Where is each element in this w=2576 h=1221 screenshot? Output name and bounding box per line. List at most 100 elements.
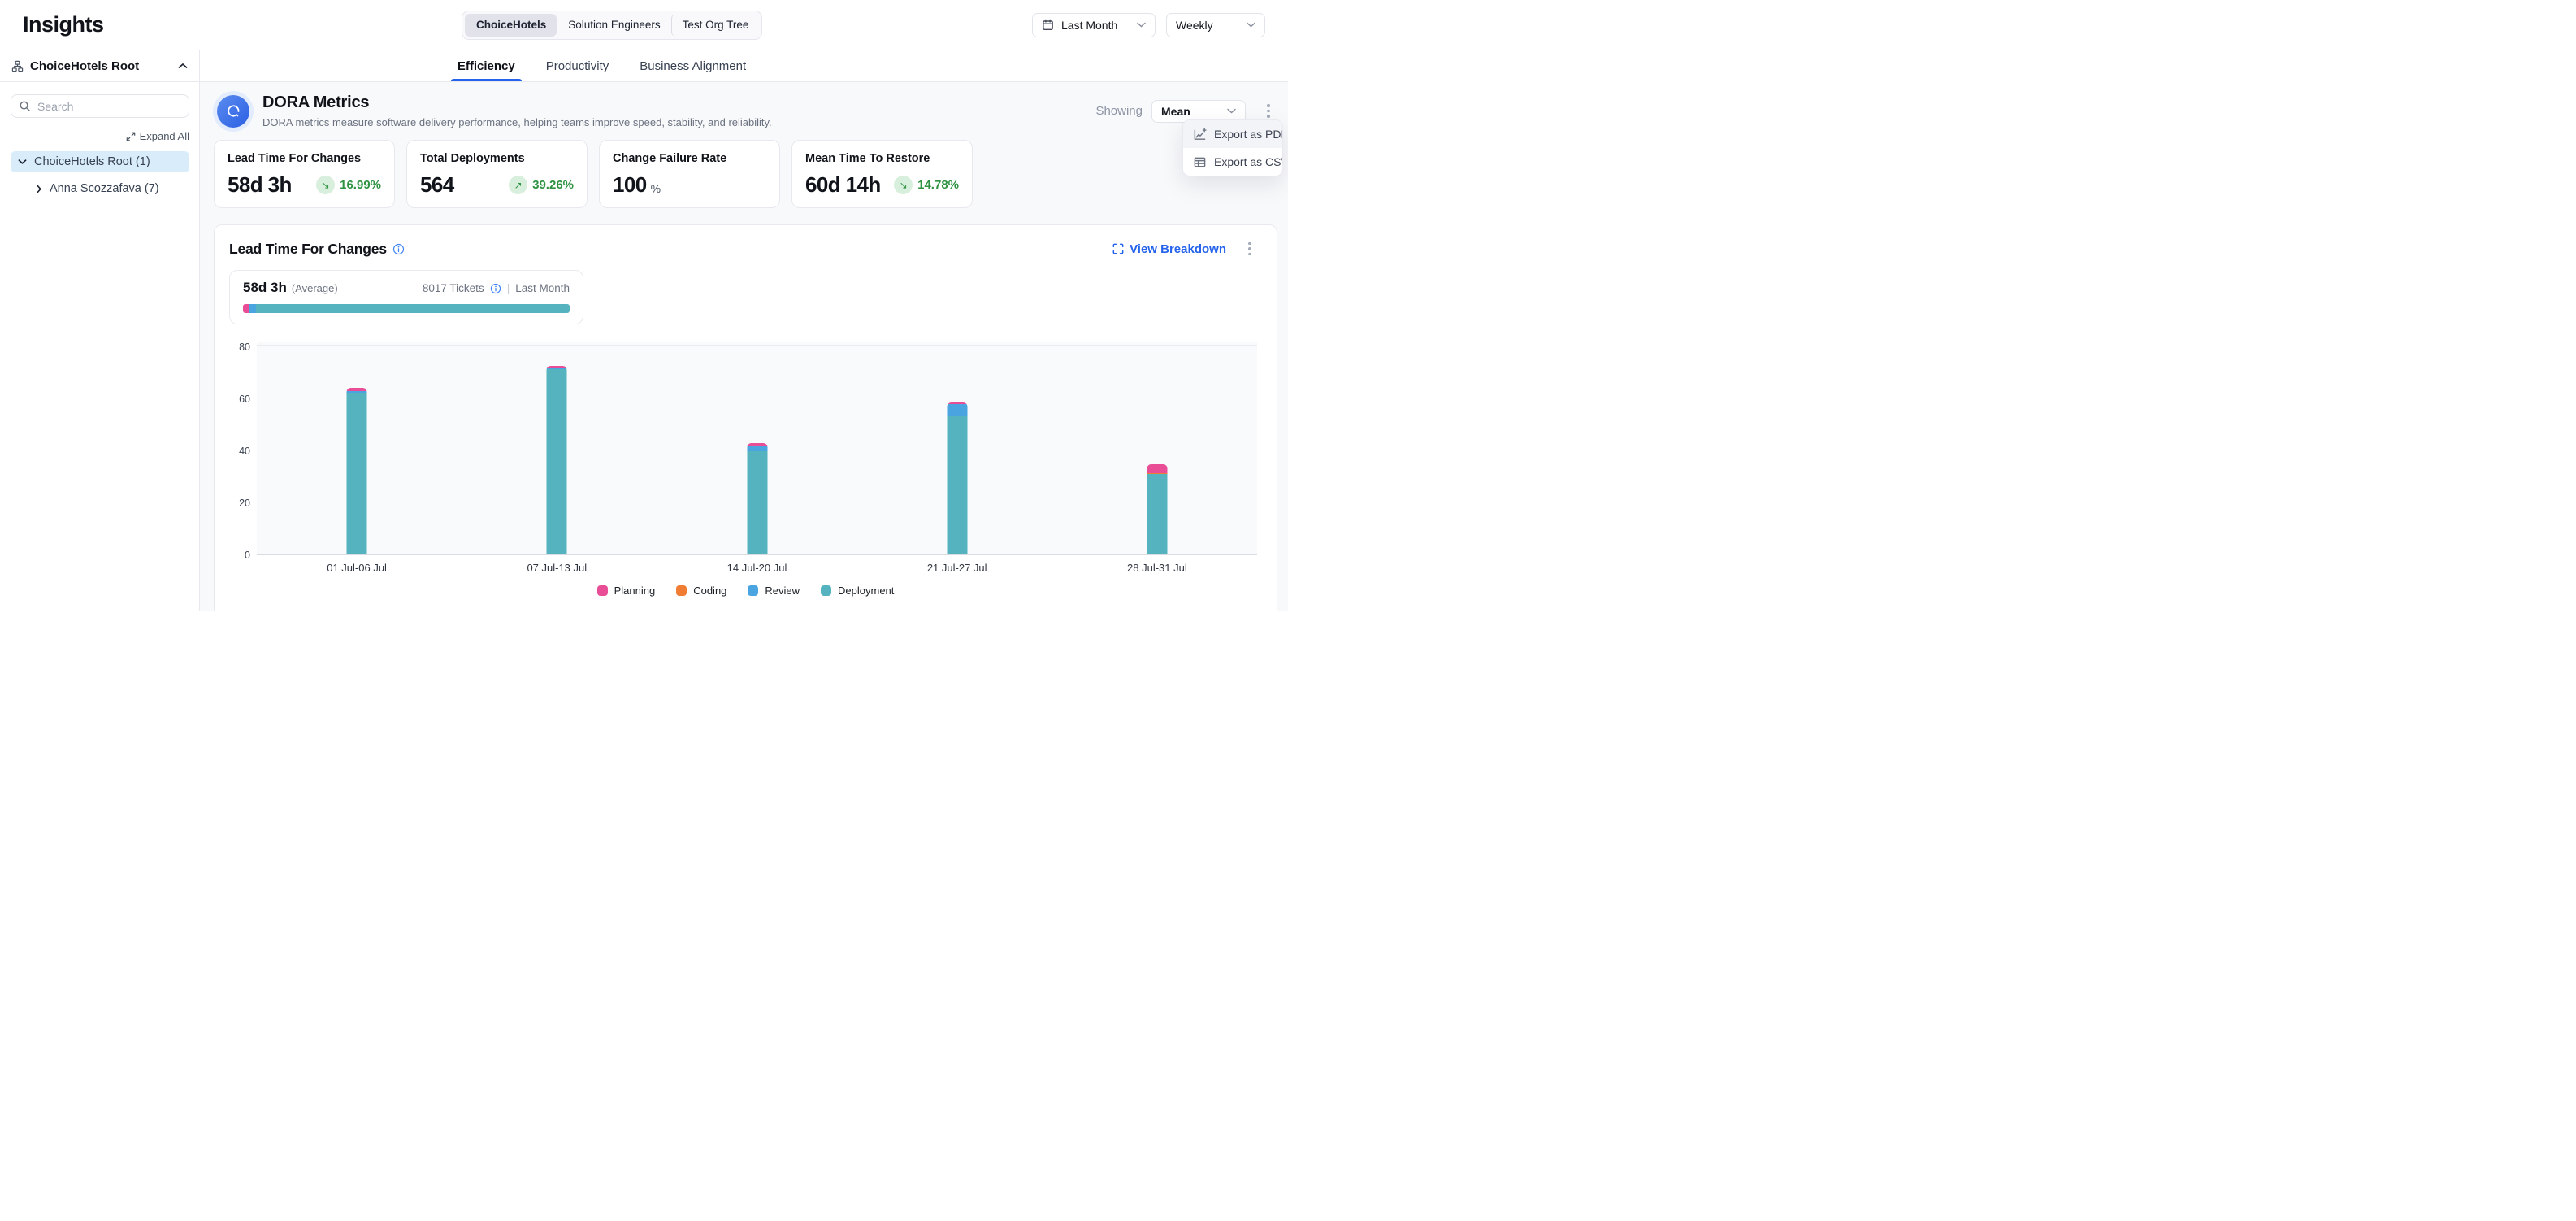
top-bar: Insights ChoiceHotelsSolution EngineersT… <box>0 0 1288 50</box>
search-icon <box>19 100 31 112</box>
menu-item-label: Export as CSV <box>1214 155 1283 168</box>
chevron-down-icon <box>1227 108 1236 114</box>
bar-14-jul-20-jul[interactable] <box>747 443 767 554</box>
chevron-down-icon <box>18 159 27 165</box>
y-axis-tick-label: 80 <box>215 341 250 353</box>
x-axis-tick-label: 28 Jul-31 Jul <box>1127 562 1187 574</box>
bar-segment-deployment <box>747 451 767 554</box>
org-tab-solution-engineers[interactable]: Solution Engineers <box>557 14 670 37</box>
tab-business-alignment[interactable]: Business Alignment <box>640 50 746 81</box>
legend-item-review[interactable]: Review <box>748 584 800 597</box>
bar-segment-deployment <box>547 369 567 554</box>
y-axis-tick-label: 40 <box>215 445 250 457</box>
x-axis-tick-label: 07 Jul-13 Jul <box>527 562 587 574</box>
expand-all-label: Expand All <box>140 130 189 142</box>
progress-segment-review <box>249 304 256 313</box>
summary-qualifier: (Average) <box>292 282 338 294</box>
sidebar-header: ChoiceHotels Root <box>0 50 199 82</box>
table-icon <box>1193 155 1207 169</box>
org-tree-sidebar: ChoiceHotels Root <box>0 50 200 610</box>
dora-subtitle: DORA metrics measure software delivery p… <box>262 116 772 128</box>
bar-segment-review <box>947 404 967 416</box>
chart-card-title: Lead Time For Changes <box>229 241 387 258</box>
metric-card: Total Deployments 564 ↗39.26% <box>406 140 588 208</box>
metric-card-value-row: 58d 3h↘16.99% <box>228 172 381 198</box>
trend-indicator: ↗39.26% <box>509 176 574 194</box>
metric-card: Change Failure Rate 100% <box>599 140 780 208</box>
bar-21-jul-27-jul[interactable] <box>947 402 967 554</box>
sidebar-root-label: ChoiceHotels Root <box>30 59 139 73</box>
org-tree-icon <box>11 60 24 72</box>
phase-progress-bar <box>243 304 570 313</box>
search-input[interactable] <box>11 94 189 118</box>
metric-card-title: Mean Time To Restore <box>805 152 959 165</box>
dora-header: DORA Metrics DORA metrics measure softwa… <box>214 89 1277 140</box>
metric-card-title: Total Deployments <box>420 152 574 165</box>
lead-time-summary: 58d 3h (Average) 8017 Tickets | Last Mon… <box>229 270 583 324</box>
legend-swatch <box>597 585 608 596</box>
metric-value: 60d 14h <box>805 172 881 198</box>
summary-divider: | <box>507 282 510 294</box>
y-axis-tick-label: 20 <box>215 498 250 509</box>
x-axis-tick-label: 14 Jul-20 Jul <box>727 562 787 574</box>
trend-percentage: 14.78% <box>917 178 959 192</box>
bar-segment-planning <box>1147 464 1167 474</box>
date-range-select[interactable]: Last Month <box>1032 13 1156 37</box>
chart-kebab-menu-button[interactable] <box>1241 237 1259 260</box>
tree-item-label: ChoiceHotels Root (1) <box>34 155 150 168</box>
summary-value: 58d 3h <box>243 280 287 296</box>
sidebar-collapse-button[interactable] <box>178 63 188 69</box>
view-breakdown-label: View Breakdown <box>1130 242 1226 256</box>
tab-efficiency[interactable]: Efficiency <box>458 50 515 81</box>
calendar-icon <box>1042 19 1054 31</box>
org-tab-group: ChoiceHotelsSolution EngineersTest Org T… <box>462 11 762 40</box>
menu-item-export-as-pdf[interactable]: Export as PDF <box>1183 120 1282 148</box>
bar-segment-deployment <box>347 393 367 554</box>
chevron-down-icon <box>1247 22 1255 28</box>
main-area: Efficiency Productivity Business Alignment… <box>200 50 1288 610</box>
legend-item-deployment[interactable]: Deployment <box>821 584 894 597</box>
legend-item-planning[interactable]: Planning <box>597 584 656 597</box>
metric-card: Lead Time For Changes 58d 3h↘16.99% <box>214 140 395 208</box>
metric-card-value-row: 564 ↗39.26% <box>420 172 574 198</box>
metric-card-title: Lead Time For Changes <box>228 152 381 165</box>
legend-swatch <box>821 585 831 596</box>
metric-card-value-row: 60d 14h ↘ 14.78% <box>805 172 959 198</box>
bar-segment-deployment <box>1147 474 1167 554</box>
bar-01-jul-06-jul[interactable] <box>347 388 367 554</box>
view-breakdown-button[interactable]: View Breakdown <box>1112 242 1226 256</box>
menu-item-export-as-csv[interactable]: Export as CSV <box>1183 148 1282 176</box>
bar-07-jul-13-jul[interactable] <box>547 366 567 554</box>
y-axis-tick-label: 0 <box>215 550 250 561</box>
trend-indicator: ↘16.99% <box>316 176 381 194</box>
info-icon[interactable] <box>490 283 501 294</box>
bar-28-jul-31-jul[interactable] <box>1147 464 1167 554</box>
legend-label: Deployment <box>838 584 894 597</box>
granularity-select[interactable]: Weekly <box>1166 13 1265 37</box>
tree-item[interactable]: ChoiceHotels Root (1) <box>11 151 189 172</box>
legend-item-coding[interactable]: Coding <box>676 584 726 597</box>
content-area: DORA Metrics DORA metrics measure softwa… <box>200 82 1288 610</box>
metric-card-title: Change Failure Rate <box>613 152 766 165</box>
x-axis-tick-label: 21 Jul-27 Jul <box>927 562 987 574</box>
tree-item[interactable]: Anna Scozzafava (7) <box>28 178 189 199</box>
topbar-controls: Last Month Weekly <box>1032 13 1265 37</box>
trend-percentage: 16.99% <box>340 178 381 192</box>
bar-segment-deployment <box>947 416 967 554</box>
chart-card-title-row: Lead Time For Changes <box>229 241 405 258</box>
metric-value: 564 <box>420 172 454 198</box>
metric-value: 100 <box>613 172 647 198</box>
tab-productivity[interactable]: Productivity <box>546 50 609 81</box>
x-axis-tick-label: 01 Jul-06 Jul <box>327 562 387 574</box>
mean-value: Mean <box>1161 105 1190 118</box>
legend-swatch <box>676 585 687 596</box>
org-tab-test-org-tree[interactable]: Test Org Tree <box>671 14 760 37</box>
expand-all-button[interactable]: Expand All <box>11 130 189 142</box>
info-icon[interactable] <box>392 243 405 255</box>
trend-down-icon: ↘ <box>894 176 913 194</box>
trend-indicator: ↘ 14.78% <box>894 176 959 194</box>
org-tab-choicehotels[interactable]: ChoiceHotels <box>465 14 557 37</box>
metric-value-suffix: % <box>651 182 661 198</box>
lead-time-card: Lead Time For Changes <box>214 224 1277 610</box>
date-range-value: Last Month <box>1061 19 1117 32</box>
